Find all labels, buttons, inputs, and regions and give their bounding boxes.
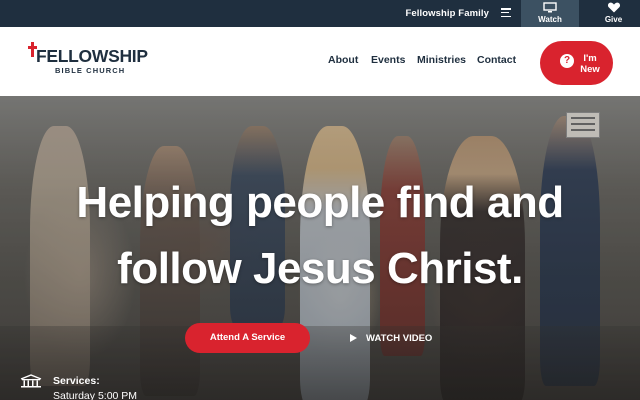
top-utility-bar: Fellowship Family Watch Give	[0, 0, 640, 27]
attend-service-button[interactable]: Attend A Service	[185, 323, 310, 353]
church-building-icon	[20, 374, 42, 388]
hero-section: Helping people find and follow Jesus Chr…	[0, 96, 640, 400]
im-new-button[interactable]: ? I'm New	[540, 41, 613, 85]
logo-subtitle: BIBLE CHURCH	[55, 66, 126, 75]
watch-video-label: WATCH VIDEO	[366, 333, 433, 344]
nav-events[interactable]: Events	[371, 54, 405, 66]
watch-button[interactable]: Watch	[521, 0, 579, 27]
question-icon: ?	[560, 54, 574, 68]
give-button[interactable]: Give	[587, 0, 640, 27]
hero-headline-line1: Helping people find and	[76, 178, 564, 227]
nav-about[interactable]: About	[328, 54, 358, 66]
hero-headline-line2: follow Jesus Christ.	[117, 244, 523, 293]
nav-ministries[interactable]: Ministries	[417, 54, 466, 66]
site-header: FELLOWSHIP BIBLE CHURCH About Events Min…	[0, 27, 640, 96]
menu-icon[interactable]	[501, 8, 511, 18]
give-label: Give	[604, 15, 623, 24]
heart-icon	[607, 2, 620, 13]
nav-contact[interactable]: Contact	[477, 54, 516, 66]
monitor-icon	[543, 2, 557, 13]
play-icon	[350, 334, 357, 342]
fellowship-family-link[interactable]: Fellowship Family	[405, 8, 489, 19]
watch-video-link[interactable]: WATCH VIDEO	[350, 333, 432, 344]
logo-name: FELLOWSHIP	[36, 46, 148, 66]
im-new-label: I'm New	[580, 53, 600, 75]
services-title: Services:	[53, 375, 100, 387]
watch-label: Watch	[538, 15, 562, 24]
services-time: Saturday 5:00 PM	[53, 390, 138, 400]
